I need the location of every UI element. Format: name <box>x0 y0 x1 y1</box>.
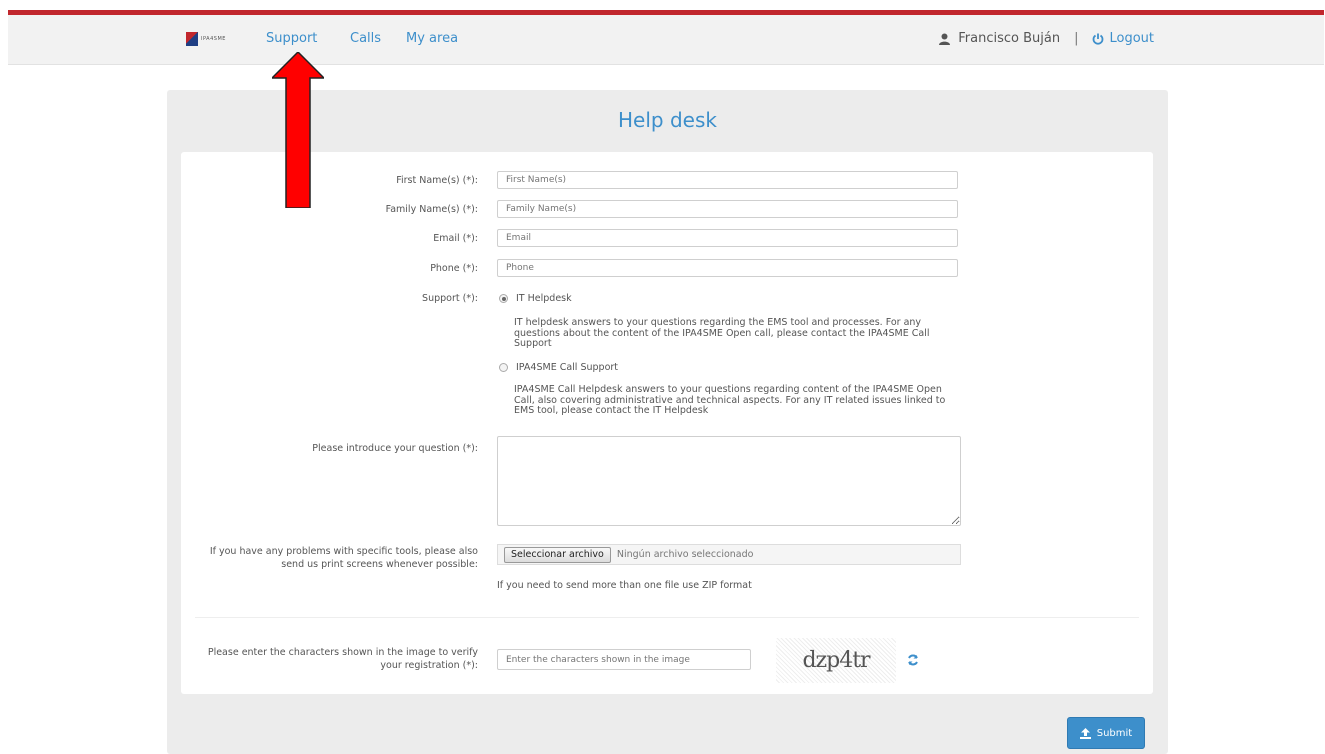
user-name[interactable]: Francisco Buján <box>958 31 1060 46</box>
support-option-it-helpdesk[interactable]: IT Helpdesk <box>499 293 572 304</box>
refresh-captcha-icon[interactable] <box>907 654 919 666</box>
family-name-label: Family Name(s) (*): <box>385 204 478 215</box>
power-icon <box>1093 33 1104 45</box>
phone-label: Phone (*): <box>430 263 478 274</box>
family-name-input[interactable] <box>497 200 958 218</box>
choose-file-button[interactable]: Seleccionar archivo <box>504 546 611 563</box>
it-helpdesk-label: IT Helpdesk <box>516 293 572 304</box>
email-label: Email (*): <box>433 233 478 244</box>
nav-support-link[interactable]: Support <box>266 31 317 46</box>
file-label-line2: send us print screens whenever possible: <box>281 559 478 570</box>
submit-label: Submit <box>1096 727 1133 739</box>
first-name-label: First Name(s) (*): <box>396 175 478 186</box>
call-support-description: IPA4SME Call Helpdesk answers to your qu… <box>514 384 946 416</box>
captcha-label-line1: Please enter the characters shown in the… <box>207 647 478 658</box>
logo-mark-icon <box>186 32 198 46</box>
site-logo[interactable]: IPA4SME <box>186 32 226 46</box>
logout-button[interactable]: Logout <box>1092 31 1154 46</box>
form-divider <box>195 617 1139 618</box>
user-icon <box>939 33 951 45</box>
submit-button[interactable]: Submit <box>1067 717 1145 749</box>
captcha-label-line2: your registration (*): <box>380 660 478 671</box>
support-label: Support (*): <box>422 293 478 304</box>
helpdesk-form: First Name(s) (*): Family Name(s) (*): E… <box>181 152 1153 694</box>
captcha-label: Please enter the characters shown in the… <box>208 646 478 672</box>
question-textarea[interactable] <box>497 436 961 526</box>
first-name-input[interactable] <box>497 171 958 189</box>
phone-input[interactable] <box>497 259 958 277</box>
captcha-input[interactable] <box>497 649 751 670</box>
red-arrow-annotation <box>272 52 324 208</box>
navbar: IPA4SME Support Calls My area Francisco … <box>8 15 1324 65</box>
file-upload[interactable]: Seleccionar archivo Ningún archivo selec… <box>497 544 961 565</box>
email-input[interactable] <box>497 229 958 247</box>
call-support-label: IPA4SME Call Support <box>516 362 619 373</box>
radio-call-support[interactable] <box>499 363 508 372</box>
user-area: Francisco Buján | Logout <box>939 31 1154 46</box>
nav-calls-link[interactable]: Calls <box>350 31 381 46</box>
logo-text: IPA4SME <box>201 36 226 42</box>
file-status: Ningún archivo seleccionado <box>616 549 754 560</box>
radio-it-helpdesk[interactable] <box>499 294 508 303</box>
captcha-image: dzp4tr <box>776 638 896 683</box>
question-label: Please introduce your question (*): <box>312 443 478 454</box>
nav-my-area-link[interactable]: My area <box>406 31 458 46</box>
file-label: If you have any problems with specific t… <box>210 545 478 571</box>
it-helpdesk-description: IT helpdesk answers to your questions re… <box>514 317 930 349</box>
support-option-call-support[interactable]: IPA4SME Call Support <box>499 362 618 373</box>
file-label-line1: If you have any problems with specific t… <box>209 546 478 557</box>
upload-icon <box>1079 727 1091 739</box>
nav-separator: | <box>1074 31 1079 46</box>
file-hint: If you need to send more than one file u… <box>497 580 752 591</box>
logout-label: Logout <box>1109 31 1154 46</box>
